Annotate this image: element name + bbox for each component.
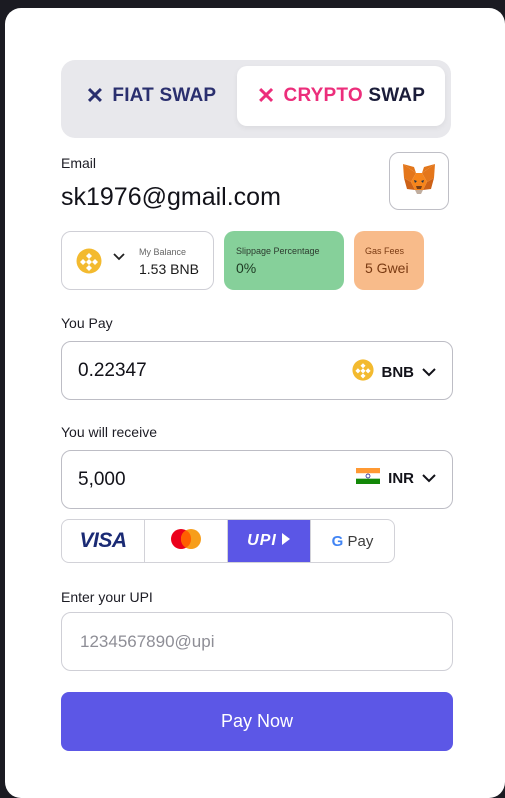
pay-now-button[interactable]: Pay Now xyxy=(61,692,453,751)
balance-title: My Balance xyxy=(139,247,187,257)
chevron-down-icon xyxy=(113,250,125,264)
upi-label: Enter your UPI xyxy=(61,589,153,605)
bnb-coin-icon xyxy=(351,359,374,385)
you-receive-label: You will receive xyxy=(61,424,157,440)
metamask-fox-icon xyxy=(401,162,437,201)
swap-card: ✕ FIAT SWAP ✕ CRYPTO SWAP Email sk1976@g… xyxy=(5,8,505,798)
chevron-down-icon xyxy=(422,364,436,381)
you-pay-amount: 0.22347 xyxy=(78,360,147,381)
payment-method-selector: VISA UPI G Pay xyxy=(61,519,395,563)
you-pay-label: You Pay xyxy=(61,315,113,331)
gpay-g-logo: G xyxy=(331,532,344,550)
payment-method-upi[interactable]: UPI xyxy=(228,520,311,562)
pay-currency-selector[interactable]: BNB xyxy=(351,359,437,385)
receive-currency-code: INR xyxy=(388,469,414,487)
upi-input[interactable] xyxy=(61,612,453,671)
gas-title: Gas Fees xyxy=(365,246,405,256)
payment-method-mastercard[interactable] xyxy=(145,520,228,562)
payment-method-gpay[interactable]: G Pay xyxy=(311,520,394,562)
email-value: sk1976@gmail.com xyxy=(61,183,281,211)
x-logo-icon: ✕ xyxy=(85,83,105,108)
gas-value: 5 Gwei xyxy=(365,260,409,276)
upi-logo: UPI xyxy=(247,532,277,549)
x-logo-icon: ✕ xyxy=(256,83,276,108)
tab-fiat-word1: FIAT xyxy=(112,85,154,106)
mastercard-logo-icon xyxy=(169,528,203,555)
visa-logo: VISA xyxy=(79,529,127,552)
tab-crypto-word1: CRYPTO xyxy=(283,85,363,106)
india-flag-icon xyxy=(356,468,381,488)
gpay-label: Pay xyxy=(347,532,374,550)
you-receive-field[interactable]: 5,000 INR xyxy=(61,450,453,509)
tab-crypto-word2: SWAP xyxy=(368,85,426,106)
you-receive-amount: 5,000 xyxy=(78,469,126,490)
slippage-value: 0% xyxy=(236,260,257,276)
balance-value: 1.53 BNB xyxy=(139,261,199,277)
swap-mode-toggle: ✕ FIAT SWAP ✕ CRYPTO SWAP xyxy=(61,60,451,138)
chevron-down-icon xyxy=(422,470,436,487)
receive-currency-selector[interactable]: INR xyxy=(356,468,436,488)
tab-fiat-swap[interactable]: ✕ FIAT SWAP xyxy=(71,66,231,126)
tab-fiat-word2: SWAP xyxy=(159,85,217,106)
you-pay-field[interactable]: 0.22347 BNB xyxy=(61,341,453,400)
wallet-button[interactable] xyxy=(389,152,449,210)
gas-fee-badge: Gas Fees 5 Gwei xyxy=(354,231,424,290)
pay-currency-code: BNB xyxy=(381,363,415,381)
balance-selector[interactable]: My Balance 1.53 BNB xyxy=(61,231,214,290)
email-label: Email xyxy=(61,155,97,171)
slippage-badge: Slippage Percentage 0% xyxy=(224,231,344,290)
tab-crypto-swap[interactable]: ✕ CRYPTO SWAP xyxy=(237,66,445,126)
bnb-coin-icon xyxy=(76,248,102,279)
slippage-title: Slippage Percentage xyxy=(236,246,320,256)
upi-arrow-icon xyxy=(281,532,291,550)
payment-method-visa[interactable]: VISA xyxy=(62,520,145,562)
